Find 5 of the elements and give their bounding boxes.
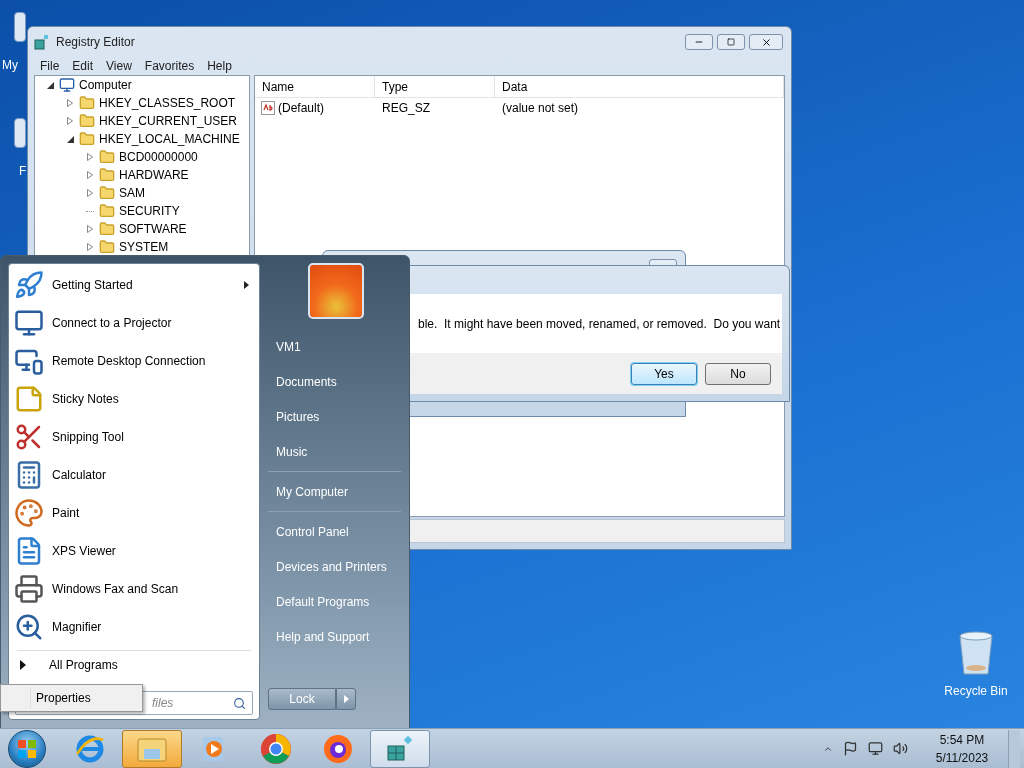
table-cell-text: (value not set) [501,100,580,117]
table-cell-text: REG_SZ [381,100,431,117]
dialog-message: ble. It might have been moved, renamed, or removed. Do you want [418,317,781,331]
window-title: Registry Editor [56,34,135,51]
search-placeholder: files [152,695,174,712]
